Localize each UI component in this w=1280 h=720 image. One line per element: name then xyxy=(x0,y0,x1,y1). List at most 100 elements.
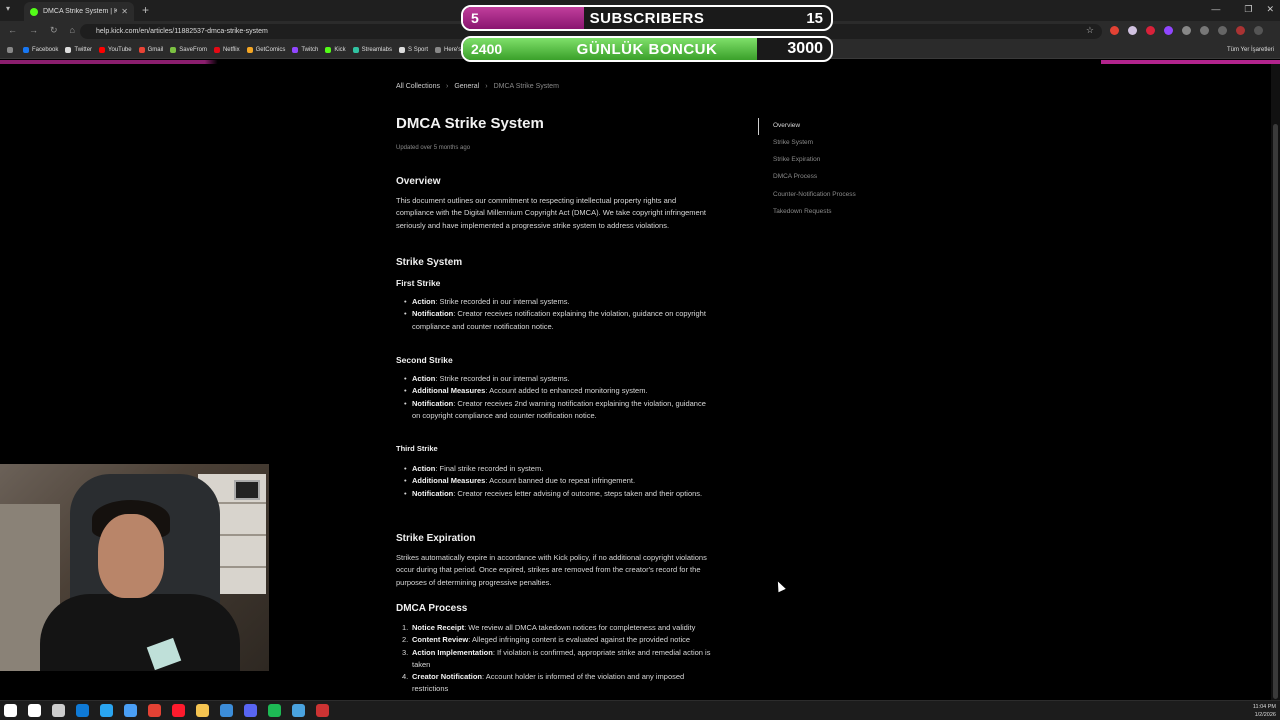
taskbar-app-icon[interactable] xyxy=(196,704,209,717)
bookmark-favicon-icon xyxy=(23,47,29,53)
list-item-label: Creator Notification xyxy=(412,672,483,682)
list-item-text: : We review all DMCA takedown notices fo… xyxy=(464,623,696,632)
dmca-process-list: Notice Receipt: We review all DMCA taked… xyxy=(396,622,716,696)
url-text: help.kick.com/en/articles/11882537-dmca-… xyxy=(96,28,268,35)
taskbar-app-icon[interactable] xyxy=(316,704,329,717)
reload-icon[interactable]: ↻ xyxy=(50,25,58,36)
list-item-text: : Creator receives letter advising of ou… xyxy=(453,488,703,498)
bookmark-favicon-icon xyxy=(399,47,406,53)
bookmark-star-icon[interactable]: ☆ xyxy=(1086,25,1094,36)
taskbar-app-icon[interactable] xyxy=(292,704,305,717)
list-item-label: Action xyxy=(412,464,436,473)
menu-icon[interactable] xyxy=(1254,26,1263,35)
list-item-text: : Final strike recorded in system. xyxy=(435,464,544,473)
extension-icon[interactable] xyxy=(1182,26,1191,35)
bookmark-item[interactable]: S Sport xyxy=(399,47,428,53)
maximize-icon[interactable]: ❐ xyxy=(1244,4,1252,15)
toc-link-takedown-requests[interactable]: Takedown Requests xyxy=(773,208,832,215)
toc-link-strike-expiration[interactable]: Strike Expiration xyxy=(773,156,820,163)
breadcrumb-link-general[interactable]: General xyxy=(454,83,479,90)
overview-paragraph: This document outlines our commitment to… xyxy=(396,196,706,230)
taskbar-app-icon[interactable] xyxy=(244,704,257,717)
sidebar-icon[interactable] xyxy=(1218,26,1227,35)
list-item-label: Action Implementation xyxy=(412,647,493,657)
clock-time: 11:04 PM xyxy=(1252,704,1276,710)
beads-goal-current: 2400 xyxy=(471,41,503,57)
beads-goal-target: 3000 xyxy=(787,40,823,57)
bookmark-item[interactable]: Streamlabs xyxy=(352,47,393,53)
webcam-overlay xyxy=(0,464,269,671)
scrollbar-thumb[interactable] xyxy=(1273,124,1278,699)
new-tab-button[interactable]: + xyxy=(142,3,149,17)
list-item: Notification: Creator receives 2nd warni… xyxy=(396,398,716,423)
bookmark-item[interactable]: Twitch xyxy=(292,47,318,53)
list-item: Additional Measures: Account added to en… xyxy=(396,385,716,398)
apps-icon[interactable] xyxy=(7,47,16,53)
extension-icon[interactable] xyxy=(1128,26,1137,35)
extension-icon[interactable] xyxy=(1110,26,1119,35)
profile-avatar[interactable] xyxy=(1236,26,1245,35)
toc-link-strike-system[interactable]: Strike System xyxy=(773,139,813,146)
breadcrumb-link-all-collections[interactable]: All Collections xyxy=(396,83,440,90)
tab-search-icon[interactable]: ▾ xyxy=(6,4,10,13)
third-strike-list: Action: Final strike recorded in system.… xyxy=(396,463,716,500)
bookmark-favicon-icon xyxy=(246,47,253,53)
bookmark-label: SaveFrom xyxy=(179,47,207,53)
taskbar-app-icon[interactable] xyxy=(76,704,89,717)
list-item: Action: Strike recorded in our internal … xyxy=(396,296,716,309)
subscribers-goal-bar: SUBSCRIBERS 5 15 xyxy=(461,5,833,31)
subscribers-goal-target: 15 xyxy=(806,9,823,27)
tab-close-icon[interactable]: ✕ xyxy=(121,7,128,16)
toc-active-indicator xyxy=(758,118,759,135)
bookmark-label: Streamlabs xyxy=(361,47,393,53)
list-item-label: Notification xyxy=(412,398,454,408)
taskbar-app-icon[interactable] xyxy=(172,704,185,717)
clock-date: 1/2/2026 xyxy=(1254,712,1276,718)
toc-link-dmca-process[interactable]: DMCA Process xyxy=(773,173,817,180)
bookmark-item[interactable]: Facebook xyxy=(23,47,58,53)
toc-link-overview[interactable]: Overview xyxy=(773,122,800,129)
bookmark-label: Twitter xyxy=(74,47,93,53)
page-title: DMCA Strike System xyxy=(396,115,544,132)
bookmark-item[interactable]: Kick xyxy=(325,47,346,53)
bookmark-item[interactable]: SaveFrom xyxy=(170,47,207,53)
subscribers-goal-current: 5 xyxy=(471,10,479,26)
list-item: Notification: Creator receives letter ad… xyxy=(396,488,716,501)
taskbar-app-icon[interactable] xyxy=(52,704,65,717)
page-scrollbar[interactable] xyxy=(1271,64,1280,700)
toc-link-counter-notification[interactable]: Counter-Notification Process xyxy=(773,191,856,198)
taskbar-app-icon[interactable] xyxy=(100,704,113,717)
bookmark-item[interactable]: Gmail xyxy=(138,47,163,53)
bookmark-favicon-icon xyxy=(213,47,220,53)
bookmark-item[interactable]: Netflix xyxy=(213,47,240,53)
minimize-icon[interactable]: — xyxy=(1211,4,1220,15)
bookmark-item[interactable]: Twitter xyxy=(65,47,92,53)
taskbar-app-icon[interactable] xyxy=(124,704,137,717)
extension-icon[interactable] xyxy=(1146,26,1155,35)
taskbar-app-icon[interactable] xyxy=(268,704,281,717)
extension-icon[interactable] xyxy=(1164,26,1173,35)
bookmark-item[interactable]: YouTube xyxy=(99,47,132,53)
taskbar-app-icon[interactable] xyxy=(220,704,233,717)
back-icon[interactable]: ← xyxy=(8,25,17,36)
tab-active[interactable]: DMCA Strike System | Kick.com ✕ xyxy=(24,2,134,21)
all-bookmarks-button[interactable]: Tüm Yer İşaretleri xyxy=(1227,47,1274,53)
list-item-text: : Account banned due to repeat infringem… xyxy=(485,476,636,486)
taskbar-app-icon[interactable] xyxy=(148,704,161,717)
taskbar-app-icon[interactable] xyxy=(28,704,41,717)
list-item-text: : Creator receives 2nd warning notificat… xyxy=(412,398,706,420)
bookmark-item[interactable]: GetComics xyxy=(246,47,285,53)
breadcrumb-current: DMCA Strike System xyxy=(493,83,559,90)
list-item-label: Action xyxy=(412,297,436,306)
taskbar: 11:04 PM 1/2/2026 xyxy=(0,700,1280,720)
close-window-icon[interactable]: ✕ xyxy=(1266,4,1274,15)
subheading-second-strike: Second Strike xyxy=(396,355,453,365)
breadcrumb-separator: › xyxy=(485,83,488,90)
puzzle-icon[interactable] xyxy=(1200,26,1209,35)
expiration-paragraph: Strikes automatically expire in accordan… xyxy=(396,553,707,587)
bookmark-favicon-icon xyxy=(325,47,332,53)
taskbar-app-icon[interactable] xyxy=(4,704,17,717)
home-icon[interactable]: ⌂ xyxy=(70,25,75,36)
forward-icon[interactable]: → xyxy=(29,25,38,36)
bookmark-favicon-icon xyxy=(65,47,72,53)
